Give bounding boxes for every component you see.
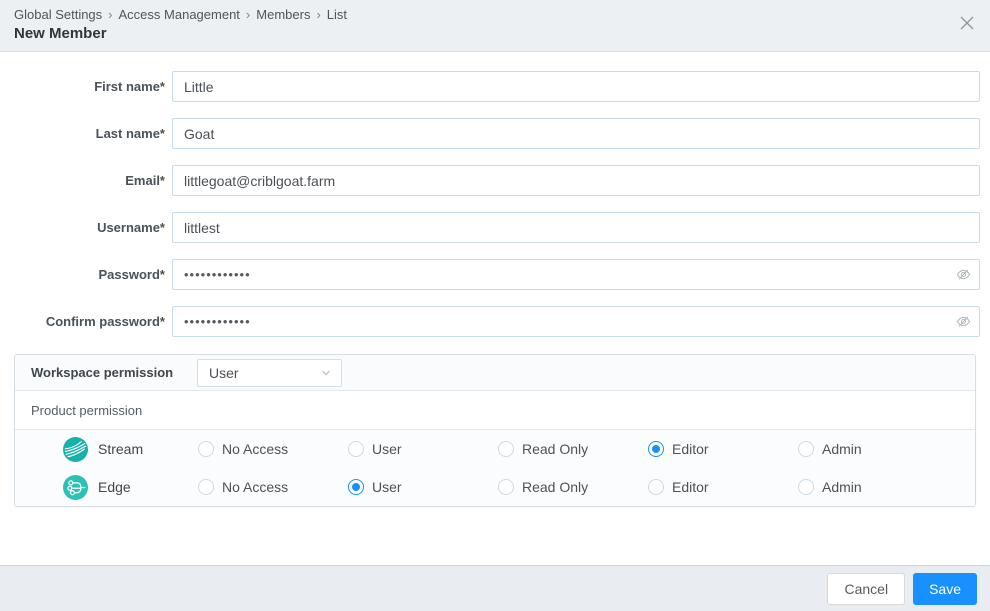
radio-edge-editor[interactable]: Editor bbox=[648, 479, 798, 495]
breadcrumb-separator: › bbox=[316, 7, 321, 22]
save-button[interactable]: Save bbox=[913, 572, 977, 605]
radio-label: No Access bbox=[222, 479, 289, 495]
eye-invisible-icon[interactable] bbox=[956, 267, 971, 282]
product-name-edge: Edge bbox=[98, 479, 131, 495]
username-row: Username* bbox=[0, 212, 990, 243]
close-button[interactable] bbox=[958, 14, 976, 32]
breadcrumb: Global Settings › Access Management › Me… bbox=[14, 7, 976, 22]
header: Global Settings › Access Management › Me… bbox=[0, 0, 990, 52]
radio-edge-user[interactable]: User bbox=[348, 479, 498, 495]
eye-invisible-icon[interactable] bbox=[956, 314, 971, 329]
workspace-permission-label: Workspace permission bbox=[31, 365, 174, 380]
radio-label: Admin bbox=[822, 441, 862, 457]
email-input[interactable] bbox=[172, 165, 980, 196]
first-name-input[interactable] bbox=[172, 71, 980, 102]
radio-stream-read-only[interactable]: Read Only bbox=[498, 441, 648, 457]
last-name-row: Last name* bbox=[0, 118, 990, 149]
product-permission-grid: Stream No Access User Read Only Editor A… bbox=[15, 430, 975, 506]
product-permission-header: Product permission bbox=[15, 391, 975, 430]
radio-label: Read Only bbox=[522, 479, 589, 495]
radio-icon[interactable] bbox=[498, 441, 514, 457]
radio-stream-editor[interactable]: Editor bbox=[648, 441, 798, 457]
product-name-stream: Stream bbox=[98, 441, 144, 457]
first-name-row: First name* bbox=[0, 71, 990, 102]
radio-label: Admin bbox=[822, 479, 862, 495]
page-title: New Member bbox=[14, 25, 107, 42]
breadcrumb-item-global-settings[interactable]: Global Settings bbox=[14, 7, 102, 22]
breadcrumb-separator: › bbox=[108, 7, 113, 22]
edge-logo-icon bbox=[63, 474, 88, 500]
radio-label: No Access bbox=[222, 441, 289, 457]
cancel-button[interactable]: Cancel bbox=[827, 572, 906, 605]
last-name-input[interactable] bbox=[172, 118, 980, 149]
password-input[interactable] bbox=[172, 259, 980, 290]
new-member-form: First name* Last name* Email* Username* … bbox=[0, 52, 990, 337]
radio-icon[interactable] bbox=[198, 441, 214, 457]
password-label: Password* bbox=[98, 267, 165, 282]
product-row-stream: Stream No Access User Read Only Editor A… bbox=[15, 430, 975, 468]
radio-icon[interactable] bbox=[348, 479, 364, 495]
confirm-password-label: Confirm password* bbox=[45, 314, 165, 329]
radio-icon[interactable] bbox=[798, 479, 814, 495]
email-row: Email* bbox=[0, 165, 990, 196]
breadcrumb-item-members[interactable]: Members bbox=[256, 7, 310, 22]
radio-icon[interactable] bbox=[648, 479, 664, 495]
workspace-permission-select[interactable]: User bbox=[197, 358, 342, 387]
radio-edge-no-access[interactable]: No Access bbox=[198, 479, 348, 495]
workspace-permission-row: Workspace permission User bbox=[15, 355, 975, 391]
radio-label: Editor bbox=[672, 441, 709, 457]
first-name-label: First name* bbox=[94, 79, 165, 94]
radio-edge-read-only[interactable]: Read Only bbox=[498, 479, 648, 495]
radio-label: User bbox=[372, 441, 402, 457]
radio-label: User bbox=[372, 479, 402, 495]
breadcrumb-separator: › bbox=[245, 7, 251, 22]
product-edge: Edge bbox=[15, 474, 198, 500]
radio-label: Editor bbox=[672, 479, 709, 495]
chevron-down-icon bbox=[322, 370, 330, 375]
confirm-password-input[interactable] bbox=[172, 306, 980, 337]
stream-logo-icon bbox=[63, 436, 88, 462]
radio-stream-user[interactable]: User bbox=[348, 441, 498, 457]
close-icon bbox=[960, 16, 974, 30]
radio-icon[interactable] bbox=[348, 441, 364, 457]
breadcrumb-item-access-management[interactable]: Access Management bbox=[119, 7, 240, 22]
radio-label: Read Only bbox=[522, 441, 589, 457]
username-label: Username* bbox=[97, 220, 165, 235]
breadcrumb-item-list[interactable]: List bbox=[327, 7, 347, 22]
radio-stream-admin[interactable]: Admin bbox=[798, 441, 948, 457]
product-row-edge: Edge No Access User Read Only Editor Adm… bbox=[15, 468, 975, 506]
last-name-label: Last name* bbox=[95, 126, 165, 141]
radio-icon[interactable] bbox=[798, 441, 814, 457]
workspace-permission-value: User bbox=[209, 364, 239, 381]
username-input[interactable] bbox=[172, 212, 980, 243]
email-label: Email* bbox=[125, 173, 165, 188]
radio-icon[interactable] bbox=[498, 479, 514, 495]
password-row: Password* bbox=[0, 259, 990, 290]
radio-edge-admin[interactable]: Admin bbox=[798, 479, 948, 495]
permissions-panel: Workspace permission User Product permis… bbox=[14, 354, 976, 507]
radio-stream-no-access[interactable]: No Access bbox=[198, 441, 348, 457]
product-stream: Stream bbox=[15, 436, 198, 462]
radio-icon[interactable] bbox=[648, 441, 664, 457]
confirm-password-row: Confirm password* bbox=[0, 306, 990, 337]
footer-actions: Cancel Save bbox=[0, 565, 990, 611]
radio-icon[interactable] bbox=[198, 479, 214, 495]
